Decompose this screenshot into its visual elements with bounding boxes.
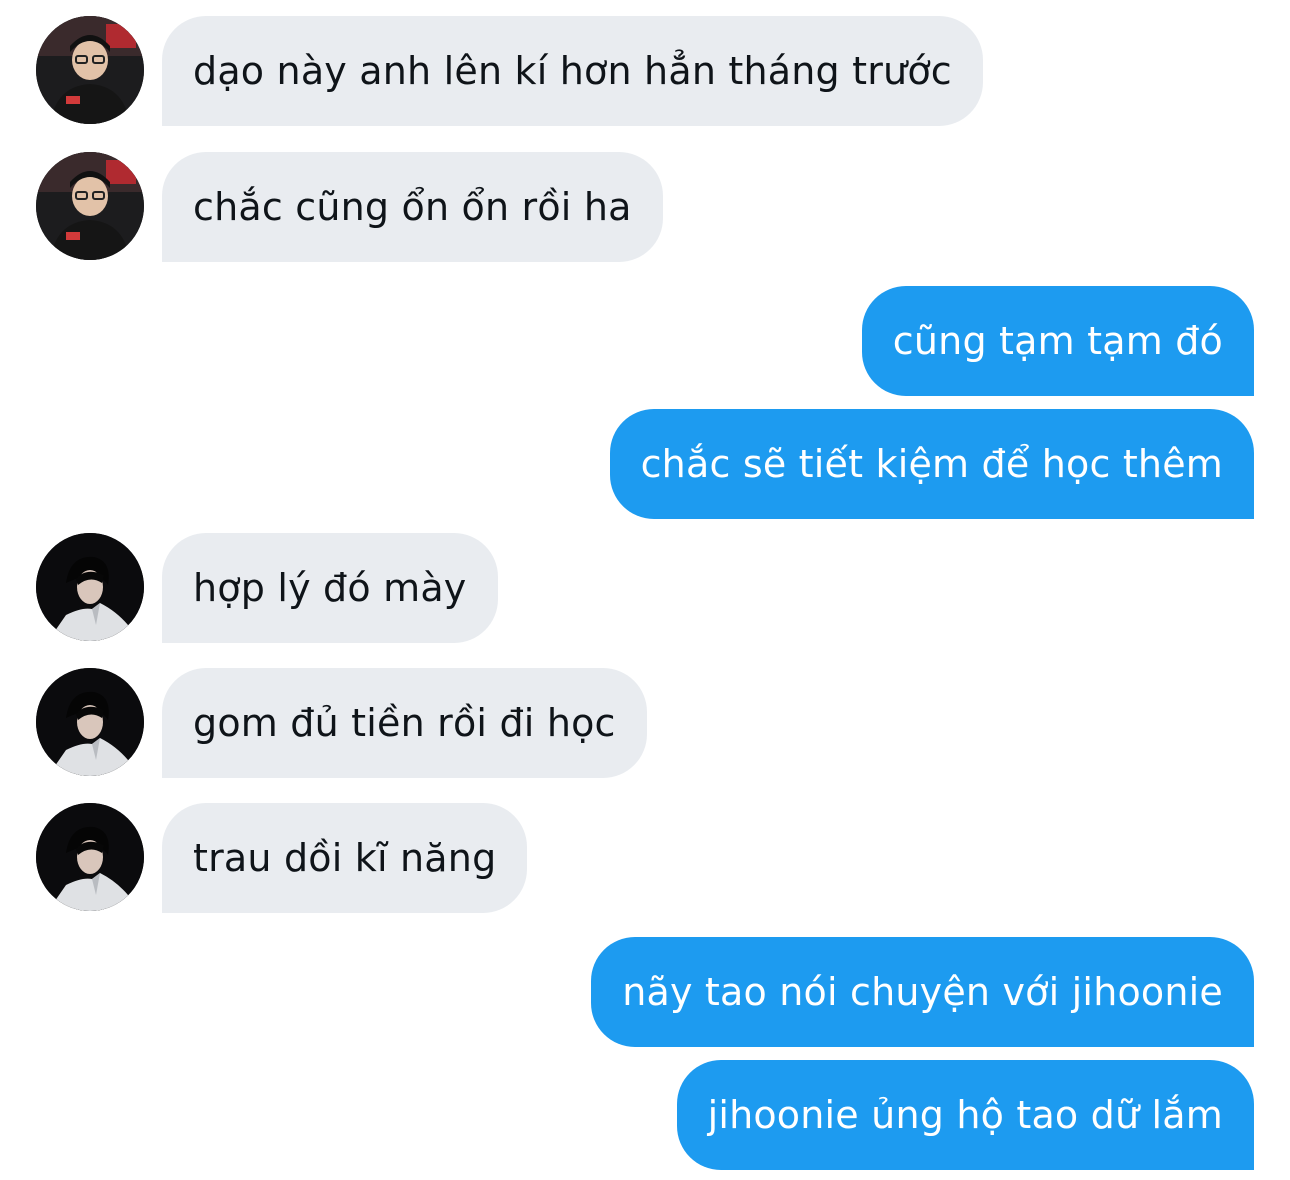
message-row-incoming: trau dồi kĩ năng: [0, 803, 1290, 913]
message-text: trau dồi kĩ năng: [193, 836, 497, 880]
message-text: nãy tao nói chuyện với jihoonie: [622, 970, 1223, 1014]
avatar-contact-b[interactable]: [36, 533, 144, 641]
message-bubble-incoming[interactable]: dạo này anh lên kí hơn hẳn tháng trước: [162, 16, 983, 126]
avatar-contact-b[interactable]: [36, 668, 144, 776]
message-row-incoming: dạo này anh lên kí hơn hẳn tháng trước: [0, 16, 1290, 126]
avatar-image-contact-a: [36, 16, 144, 124]
avatar-image-contact-a: [36, 152, 144, 260]
message-bubble-incoming[interactable]: hợp lý đó mày: [162, 533, 498, 643]
message-text: jihoonie ủng hộ tao dữ lắm: [707, 1093, 1223, 1137]
avatar-contact-a[interactable]: [36, 16, 144, 124]
message-text: chắc cũng ổn ổn rồi ha: [193, 185, 632, 229]
message-bubble-outgoing[interactable]: chắc sẽ tiết kiệm để học thêm: [609, 409, 1254, 519]
avatar-contact-a[interactable]: [36, 152, 144, 260]
message-text: gom đủ tiền rồi đi học: [193, 701, 616, 745]
message-text: cũng tạm tạm đó: [892, 319, 1223, 363]
message-row-outgoing: nãy tao nói chuyện với jihoonie: [0, 937, 1290, 1047]
message-row-outgoing: chắc sẽ tiết kiệm để học thêm: [0, 409, 1290, 519]
avatar-contact-b[interactable]: [36, 803, 144, 911]
message-row-outgoing: cũng tạm tạm đó: [0, 286, 1290, 396]
message-bubble-incoming[interactable]: trau dồi kĩ năng: [162, 803, 528, 913]
message-text: hợp lý đó mày: [193, 566, 467, 610]
avatar-image-contact-b: [36, 803, 144, 911]
message-bubble-outgoing[interactable]: jihoonie ủng hộ tao dữ lắm: [676, 1060, 1254, 1170]
avatar-image-contact-b: [36, 668, 144, 776]
message-text: dạo này anh lên kí hơn hẳn tháng trước: [193, 49, 952, 93]
message-row-incoming: hợp lý đó mày: [0, 533, 1290, 643]
avatar-image-contact-b: [36, 533, 144, 641]
message-bubble-outgoing[interactable]: nãy tao nói chuyện với jihoonie: [591, 937, 1254, 1047]
message-bubble-outgoing[interactable]: cũng tạm tạm đó: [861, 286, 1254, 396]
message-bubble-incoming[interactable]: chắc cũng ổn ổn rồi ha: [162, 152, 663, 262]
message-row-outgoing: jihoonie ủng hộ tao dữ lắm: [0, 1060, 1290, 1170]
message-row-incoming: chắc cũng ổn ổn rồi ha: [0, 152, 1290, 262]
message-row-incoming: gom đủ tiền rồi đi học: [0, 668, 1290, 778]
message-bubble-incoming[interactable]: gom đủ tiền rồi đi học: [162, 668, 647, 778]
message-text: chắc sẽ tiết kiệm để học thêm: [640, 442, 1223, 486]
